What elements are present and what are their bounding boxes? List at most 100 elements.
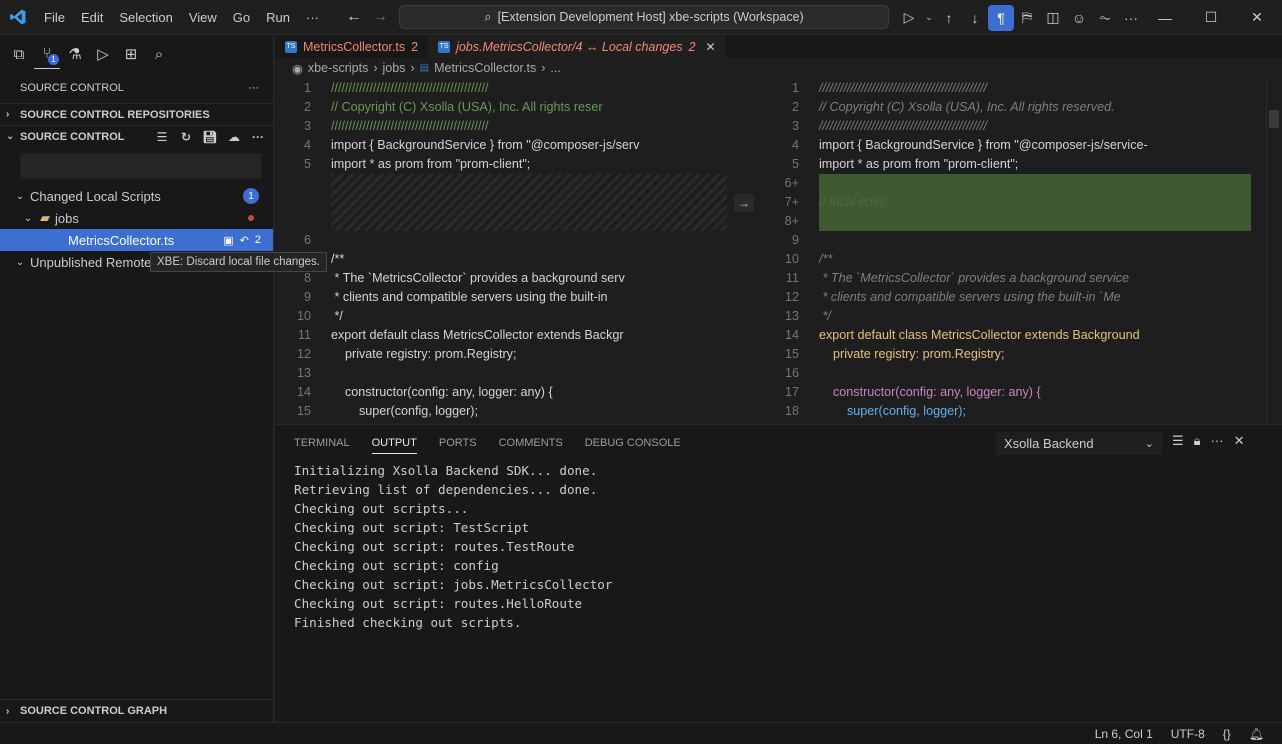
explorer-icon[interactable]: ⧉ <box>6 39 32 69</box>
repositories-section-header[interactable]: › SOURCE CONTROL REPOSITORIES <box>0 103 273 125</box>
line-number: 5 <box>791 157 799 171</box>
close-window-icon[interactable]: ✕ <box>1234 0 1280 35</box>
menu-file[interactable]: File <box>36 0 73 35</box>
breadcrumb-symbol[interactable]: ... <box>550 61 560 75</box>
diff-modified-pane[interactable]: 1 ///////////////////////////////////////… <box>763 78 1253 424</box>
tab-terminal[interactable]: TERMINAL <box>294 437 350 449</box>
scm-section-header[interactable]: ⌄ SOURCE CONTROL ☰ ↻ 💾︎ ☁ ··· <box>0 125 273 147</box>
diff-original-pane[interactable]: 1 ///////////////////////////////////////… <box>275 78 731 424</box>
view-switcher: ⧉ ⑂ 1 ⚗ ▷ ⊞ ⌕ <box>0 35 273 73</box>
cursor-position[interactable]: Ln 6, Col 1 <box>1095 727 1153 741</box>
testing-icon[interactable]: ⚗ <box>62 39 88 69</box>
source-control-icon[interactable]: ⑂ 1 <box>34 39 60 69</box>
tab-problem-count: 2 <box>688 39 696 54</box>
run-debug-icon[interactable]: ▷ <box>90 39 116 69</box>
tab-ports[interactable]: PORTS <box>439 437 477 449</box>
code-line: ////////////////////////////////////////… <box>331 119 489 133</box>
view-as-tree-icon[interactable]: ☰ <box>153 130 171 144</box>
pulse-icon[interactable]: ⏦ <box>1092 5 1118 31</box>
line-number: 14 <box>784 328 799 342</box>
output-channel-label: Xsolla Backend <box>1004 436 1094 451</box>
encoding[interactable]: UTF-8 <box>1171 727 1205 741</box>
maximize-icon[interactable]: ☐ <box>1188 0 1234 35</box>
vscode-logo-icon <box>0 0 36 35</box>
search-view-icon[interactable]: ⌕ <box>146 39 172 69</box>
notifications-icon[interactable]: 🔔︎ <box>1249 727 1264 741</box>
minimize-icon[interactable]: — <box>1142 0 1188 35</box>
line-number: 6+ <box>784 176 799 190</box>
line-number: 12 <box>784 290 799 304</box>
scm-more-icon[interactable]: ··· <box>249 130 267 144</box>
pilcrow-icon[interactable]: ¶ <box>988 4 1014 31</box>
line-number: 7+ <box>784 195 799 209</box>
menu-more[interactable]: ··· <box>298 0 327 35</box>
account-icon[interactable]: ☺ <box>1066 5 1092 31</box>
menu-go[interactable]: Go <box>225 0 258 35</box>
folder-jobs[interactable]: ⌄ ▰ jobs <box>0 207 273 229</box>
code-line: * clients and compatible servers using t… <box>819 290 1121 304</box>
language-mode-icon[interactable]: {} <box>1223 727 1231 741</box>
close-tab-icon[interactable]: ✕ <box>706 40 716 54</box>
revert-block-arrow-icon[interactable]: → <box>734 194 754 212</box>
publish-cloud-icon[interactable]: ☁ <box>225 130 243 144</box>
graph-section-header[interactable]: › SOURCE CONTROL GRAPH <box>0 700 273 722</box>
modified-dot-icon <box>248 215 254 221</box>
breadcrumb-file[interactable]: MetricsCollector.ts <box>434 61 536 75</box>
lock-scroll-icon[interactable]: 🔒︎ <box>1194 433 1201 449</box>
file-metricscollector[interactable]: ▤ MetricsCollector.ts ▣ ↶ 2 <box>0 229 273 251</box>
breadcrumb-workspace[interactable]: xbe-scripts <box>308 61 368 75</box>
command-center-search[interactable]: ⌕ [Extension Development Host] xbe-scrip… <box>399 5 889 29</box>
chevron-down-icon: ⌄ <box>15 256 25 268</box>
tab-metricscollector[interactable]: TS MetricsCollector.ts 2 <box>275 35 428 58</box>
run-icon[interactable]: ▷ <box>896 5 922 31</box>
commit-message-input[interactable] <box>20 153 262 179</box>
split-editor-icon[interactable]: ◫ <box>1040 5 1066 31</box>
line-number: 11 <box>785 271 799 285</box>
map-icon[interactable]: ⛿ <box>1014 5 1040 31</box>
line-number: 11 <box>297 328 311 342</box>
menu-selection[interactable]: Selection <box>111 0 180 35</box>
back-arrow-icon[interactable]: ← <box>341 8 367 26</box>
save-all-icon[interactable]: 💾︎ <box>201 130 219 144</box>
more-actions-icon[interactable]: ··· <box>1118 5 1144 31</box>
tab-output[interactable]: OUTPUT <box>371 437 417 454</box>
arrow-down-icon[interactable]: ↓ <box>962 5 988 31</box>
run-dropdown-icon[interactable]: ⌄ <box>922 5 936 31</box>
arrow-up-icon[interactable]: ↑ <box>936 5 962 31</box>
refresh-icon[interactable]: ↻ <box>177 130 195 144</box>
discard-changes-icon[interactable]: ↶ <box>240 234 249 247</box>
code-line: */ <box>331 309 343 323</box>
output-line: Initializing Xsolla Backend SDK... done. <box>294 463 598 478</box>
output-channel-select[interactable]: Xsolla Backend ⌄ <box>996 432 1162 455</box>
output-line: Retrieving list of dependencies... done. <box>294 482 598 497</box>
tab-label: MetricsCollector.ts <box>303 39 406 54</box>
sidebar-title-bar: SOURCE CONTROL ··· <box>0 73 273 103</box>
file-change-count: 2 <box>254 234 261 246</box>
sidebar-more-icon[interactable]: ··· <box>248 82 259 94</box>
line-number: 9 <box>791 233 799 247</box>
changed-local-scripts-group[interactable]: ⌄ Changed Local Scripts 1 <box>0 185 273 207</box>
tab-local-changes-diff[interactable]: TS jobs.MetricsCollector/4 ↔ Local chang… <box>428 35 726 58</box>
panel-more-icon[interactable]: ··· <box>1211 433 1224 449</box>
extensions-icon[interactable]: ⊞ <box>118 39 144 69</box>
close-panel-icon[interactable]: ✕ <box>1234 433 1245 449</box>
line-number: 17 <box>784 385 799 399</box>
tab-comments[interactable]: COMMENTS <box>499 437 563 449</box>
clear-output-icon[interactable]: ☰ <box>1172 433 1184 449</box>
breadcrumb-folder[interactable]: jobs <box>383 61 406 75</box>
tab-debug-console[interactable]: DEBUG CONSOLE <box>585 437 681 449</box>
menu-run[interactable]: Run <box>258 0 298 35</box>
code-line: import * as prom from "prom-client"; <box>331 157 531 171</box>
code-line: import { BackgroundService } from "@comp… <box>819 138 1148 152</box>
editor-scrollbar[interactable] <box>1266 78 1280 424</box>
code-line: constructor(config: any, logger: any) { <box>331 385 553 399</box>
repositories-label: SOURCE CONTROL REPOSITORIES <box>20 108 210 121</box>
menu-edit[interactable]: Edit <box>73 0 111 35</box>
menu-view[interactable]: View <box>181 0 225 35</box>
forward-arrow-icon[interactable]: → <box>367 8 393 26</box>
editor-tabs: TS MetricsCollector.ts 2 TS jobs.Metrics… <box>275 35 1282 58</box>
code-line: * The `MetricsCollector` provides a back… <box>819 271 1130 285</box>
save-file-icon[interactable]: ▣ <box>223 234 233 247</box>
code-line: // Copyright (C) Xsolla (USA), Inc. All … <box>819 100 1115 114</box>
line-number: 1 <box>303 81 311 95</box>
